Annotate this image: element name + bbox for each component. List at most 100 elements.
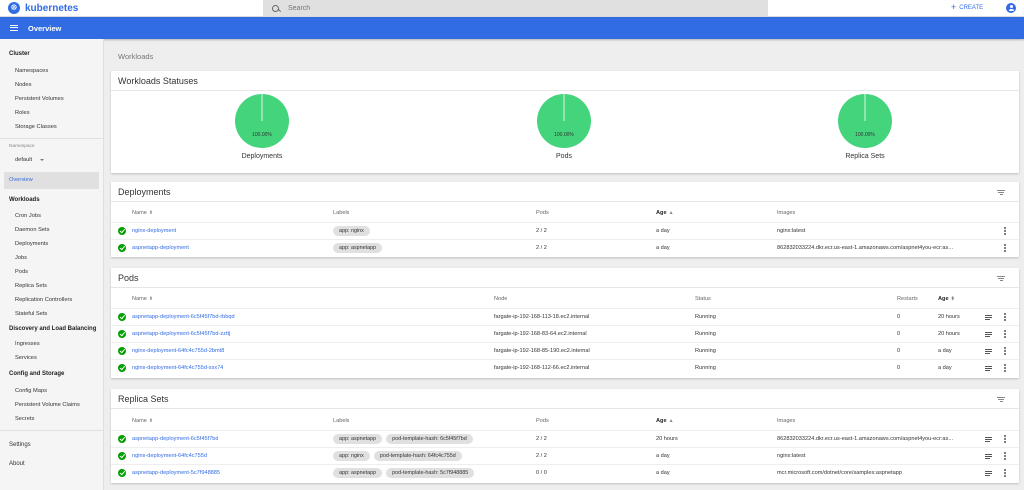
sidebar-item-roles[interactable]: Roles [15, 110, 30, 116]
breadcrumb: Workloads [118, 52, 154, 61]
node-cell: fargate-ip-192-168-85-190.ec2.internal [494, 348, 590, 354]
logs-icon[interactable] [985, 315, 992, 321]
logs-icon[interactable] [985, 471, 992, 477]
sidebar-item-ingresses[interactable]: Ingresses [15, 341, 40, 347]
replica-set-name-link[interactable]: aspnetapp-deployment-6c5f45f7bd [132, 431, 218, 448]
pods-cell: 2 / 2 [536, 436, 547, 442]
sidebar-item-pods[interactable]: Pods [15, 269, 28, 275]
replica-set-name-link[interactable]: aspnetapp-deployment-5c7f948885 [132, 465, 220, 482]
table-header: Name ⬍ Node Status Restarts Age ⬍ [111, 291, 1019, 308]
pod-name-link[interactable]: nginx-deployment-64fc4c755d-2bmt8 [132, 343, 224, 360]
sidebar-item-overview[interactable]: Overview [4, 172, 99, 189]
sidebar: Cluster Namespaces Nodes Persistent Volu… [0, 39, 104, 490]
restarts-cell: 0 [897, 365, 901, 371]
sidebar-section-config[interactable]: Config and Storage [9, 371, 64, 377]
sidebar-item-daemon-sets[interactable]: Daemon Sets [15, 227, 49, 233]
create-button[interactable]: + CREATE [951, 3, 983, 12]
sidebar-item-replica-sets[interactable]: Replica Sets [15, 283, 47, 289]
logs-icon[interactable] [985, 332, 992, 338]
column-header-age[interactable]: Age ⬍ [938, 291, 955, 308]
column-header-restarts: Restarts [897, 296, 918, 302]
sidebar-item-pvc[interactable]: Persistent Volume Claims [15, 402, 80, 408]
filter-icon[interactable] [997, 276, 1005, 281]
status-pie-chart: 100.00% [537, 94, 591, 148]
more-vert-icon[interactable] [1003, 435, 1007, 444]
account-icon[interactable] [1006, 3, 1016, 13]
status-deployments[interactable]: 100.00% Deployments [212, 93, 312, 160]
column-header-pods: Pods [536, 210, 549, 216]
sidebar-item-services[interactable]: Services [15, 355, 37, 361]
page-title: Overview [28, 23, 62, 33]
pod-name-link[interactable]: nginx-deployment-64fc4c755d-sxx74 [132, 360, 223, 377]
kubernetes-logo[interactable]: ☸ kubernetes [8, 2, 78, 14]
age-cell: a day [938, 348, 952, 354]
label-chip: app: aspnetapp [333, 242, 383, 253]
sidebar-item-jobs[interactable]: Jobs [15, 255, 27, 261]
table-row: nginx-deployment app: nginx 2 / 2 a day … [111, 222, 1019, 239]
check-circle-icon [118, 469, 126, 477]
more-vert-icon[interactable] [1003, 347, 1007, 356]
status-label: Pods [556, 153, 572, 160]
sidebar-item-deployments[interactable]: Deployments [15, 241, 48, 247]
create-label: CREATE [959, 4, 984, 11]
column-header-name[interactable]: Name ⬍ [132, 205, 153, 222]
card-header: Replica Sets [111, 389, 1019, 409]
sidebar-section-cluster[interactable]: Cluster [9, 51, 30, 57]
sidebar-item-secrets[interactable]: Secrets [15, 416, 34, 422]
sidebar-section-workloads[interactable]: Workloads [9, 197, 40, 203]
pods-cell: 2 / 2 [536, 245, 547, 251]
sidebar-item-config-maps[interactable]: Config Maps [15, 388, 47, 394]
more-vert-icon[interactable] [1003, 244, 1007, 253]
more-vert-icon[interactable] [1003, 452, 1007, 461]
logs-icon[interactable] [985, 349, 992, 355]
filter-icon[interactable] [997, 397, 1005, 402]
sidebar-item-replication-controllers[interactable]: Replication Controllers [15, 297, 72, 303]
search-bar[interactable] [263, 0, 768, 16]
pod-name-link[interactable]: aspnetapp-deployment-6c5f45f7bd-rbbqd [132, 309, 235, 326]
menu-icon[interactable] [10, 25, 18, 31]
sidebar-item-about[interactable]: About [9, 461, 25, 467]
column-header-labels: Labels [333, 418, 350, 424]
images-cell: 862832033224.dkr.ecr.us-east-1.amazonaws… [777, 436, 953, 442]
pod-name-link[interactable]: aspnetapp-deployment-6c5f45f7bd-zzttj [132, 326, 230, 343]
replica-set-name-link[interactable]: nginx-deployment-64fc4c755d [132, 448, 207, 465]
logs-icon[interactable] [985, 366, 992, 372]
deployments-card: Deployments Name ⬍ Labels Pods Age ▲ Image… [111, 182, 1019, 257]
sidebar-item-settings[interactable]: Settings [9, 442, 31, 448]
more-vert-icon[interactable] [1003, 330, 1007, 339]
sidebar-item-stateful-sets[interactable]: Stateful Sets [15, 311, 47, 317]
namespace-select[interactable]: default [15, 157, 45, 163]
status-label: Deployments [241, 153, 283, 160]
more-vert-icon[interactable] [1003, 469, 1007, 478]
column-header-name[interactable]: Name ⬍ [132, 291, 153, 308]
more-vert-icon[interactable] [1003, 313, 1007, 322]
images-cell: 862832033224.dkr.ecr.us-east-1.amazonaws… [777, 245, 953, 251]
filter-icon[interactable] [997, 190, 1005, 195]
deployment-name-link[interactable]: nginx-deployment [132, 223, 176, 240]
pods-card: Pods Name ⬍ Node Status Restarts Age ⬍ asp… [111, 268, 1019, 378]
sidebar-item-storage-classes[interactable]: Storage Classes [15, 124, 57, 130]
table-row: aspnetapp-deployment-6c5f45f7bd-zzttj fa… [111, 325, 1019, 342]
column-header-name[interactable]: Name ⬍ [132, 413, 153, 430]
column-header-age[interactable]: Age ▲ [656, 413, 674, 430]
search-input[interactable] [288, 4, 488, 12]
column-header-images: Images [777, 418, 796, 424]
check-circle-icon [118, 347, 126, 355]
more-vert-icon[interactable] [1003, 364, 1007, 373]
status-replica-sets[interactable]: 100.00% Replica Sets [815, 93, 915, 160]
sidebar-item-nodes[interactable]: Nodes [15, 82, 31, 88]
node-cell: fargate-ip-192-168-113-18.ec2.internal [494, 314, 590, 320]
logs-icon[interactable] [985, 437, 992, 443]
sidebar-section-discovery[interactable]: Discovery and Load Balancing [9, 326, 96, 332]
sidebar-item-namespaces[interactable]: Namespaces [15, 68, 48, 74]
sidebar-item-persistent-volumes[interactable]: Persistent Volumes [15, 96, 64, 102]
age-cell: 20 hours [656, 436, 678, 442]
more-vert-icon[interactable] [1003, 227, 1007, 236]
status-pods[interactable]: 100.00% Pods [514, 93, 614, 160]
column-header-age[interactable]: Age ▲ [656, 205, 674, 222]
images-cell: nginx:latest [777, 228, 806, 234]
card-header: Deployments [111, 182, 1019, 202]
logs-icon[interactable] [985, 454, 992, 460]
sidebar-item-cron-jobs[interactable]: Cron Jobs [15, 213, 41, 219]
deployment-name-link[interactable]: aspnetapp-deployment [132, 240, 189, 257]
